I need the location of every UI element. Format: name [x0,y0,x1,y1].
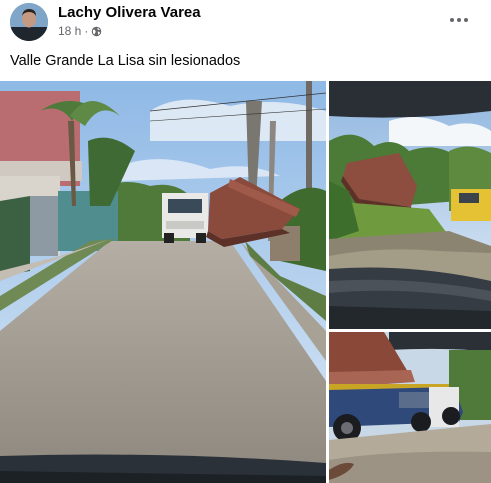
photo-tow-truck-closeup[interactable] [329,332,491,483]
globe-icon[interactable] [91,26,102,37]
photo-main-street-truck[interactable] [0,81,326,483]
facebook-post: Lachy Olivera Varea 18 h · Valle Grande … [0,0,491,483]
author-avatar[interactable] [10,3,48,41]
more-dot [464,18,468,22]
more-dot [450,18,454,22]
more-options-icon[interactable] [447,10,471,30]
post-caption: Valle Grande La Lisa sin lesionados [10,53,241,69]
meta-separator: · [84,24,89,38]
timestamp[interactable]: 18 h [58,24,81,38]
more-dot [457,18,461,22]
post-meta: 18 h · [58,24,102,38]
author-name[interactable]: Lachy Olivera Varea [58,4,201,21]
photo-container-in-water[interactable] [329,81,491,329]
